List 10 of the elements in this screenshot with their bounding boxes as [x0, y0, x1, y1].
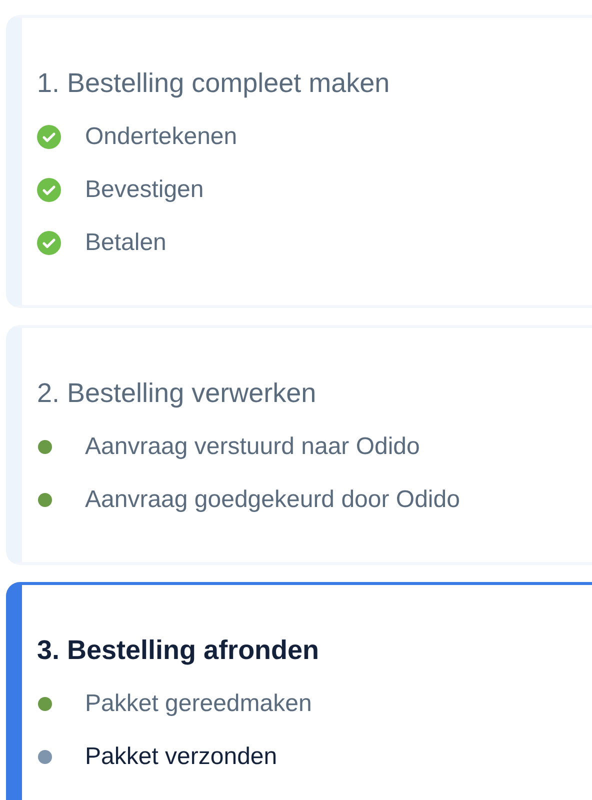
step-label: Aanvraag verstuurd naar Odido	[85, 432, 420, 462]
step-label: Bevestigen	[85, 174, 204, 204]
step-label: Betalen	[85, 228, 166, 258]
step-label: Ondertekenen	[85, 122, 238, 152]
step-label: Pakket verzonden	[85, 742, 278, 772]
section-title: 1. Bestelling compleet maken	[37, 67, 391, 100]
section-title: 3. Bestelling afronden	[37, 634, 320, 667]
section-title: 2. Bestelling verwerken	[37, 377, 318, 410]
step-label: Pakket gereedmaken	[85, 688, 312, 718]
step-label: Aanvraag goedgekeurd door Odido	[85, 484, 460, 514]
